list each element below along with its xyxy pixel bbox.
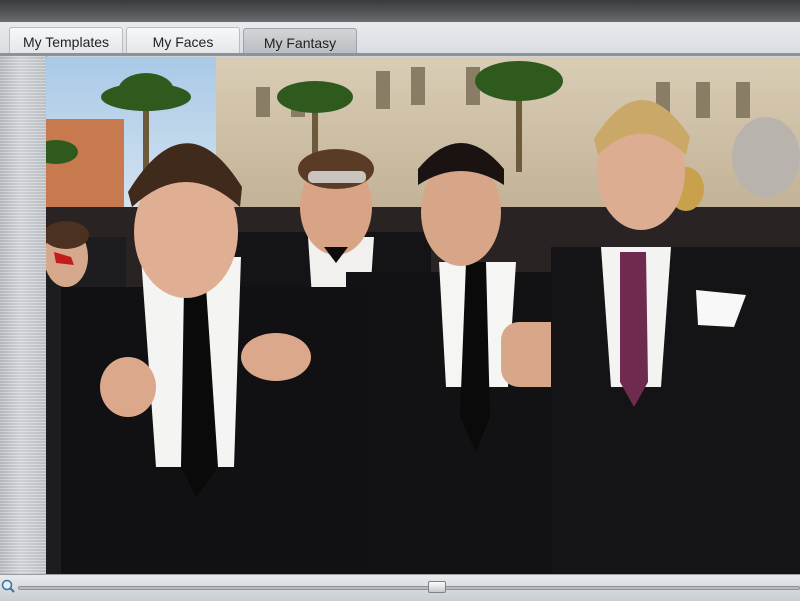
zoom-slider-track[interactable] <box>18 586 800 590</box>
tab-my-fantasy[interactable]: My Fantasy <box>243 28 357 55</box>
tab-label: My Faces <box>152 34 214 50</box>
canvas-photo[interactable] <box>46 57 800 574</box>
tab-divider <box>0 53 800 56</box>
tab-my-templates[interactable]: My Templates <box>9 27 123 54</box>
zoom-icon[interactable] <box>1 579 15 593</box>
zoom-slider-thumb[interactable] <box>428 581 446 593</box>
bottom-toolbar <box>0 574 800 601</box>
tab-my-faces[interactable]: My Faces <box>126 27 240 54</box>
tab-label: My Fantasy <box>263 35 337 51</box>
title-bar <box>0 0 800 23</box>
tab-label: My Templates <box>22 34 110 50</box>
side-panel <box>0 56 47 574</box>
photo-illustration <box>46 57 800 574</box>
tab-strip: My Templates My Faces My Fantasy <box>0 22 800 56</box>
